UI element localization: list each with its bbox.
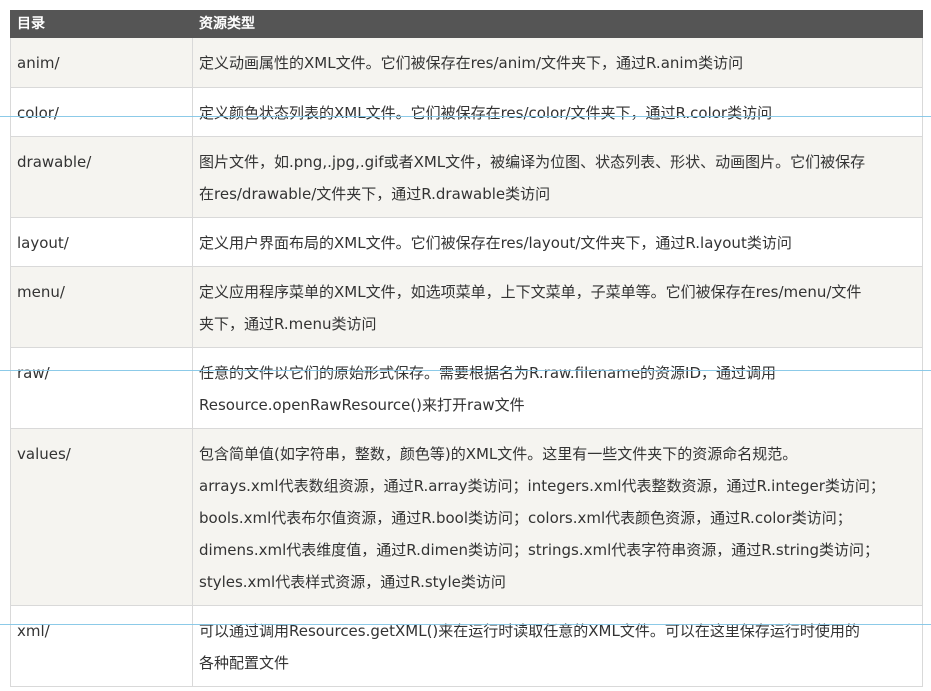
resource-type-cell: 定义颜色状态列表的XML文件。它们被保存在res/color/文件夹下，通过R.…: [192, 87, 923, 137]
description-line: 定义应用程序菜单的XML文件，如选项菜单，上下文菜单，子菜单等。它们被保存在re…: [199, 283, 862, 301]
description-line: 在res/drawable/文件夹下，通过R.drawable类访问: [199, 185, 551, 203]
table-body: anim/定义动画属性的XML文件。它们被保存在res/anim/文件夹下，通过…: [10, 37, 923, 687]
description-line: 包含简单值(如字符串，整数，颜色等)的XML文件。这里有一些文件夹下的资源命名规…: [199, 445, 798, 463]
resource-type-cell: 图片文件，如.png,.jpg,.gif或者XML文件，被编译为位图、状态列表、…: [192, 136, 923, 218]
table-row: layout/定义用户界面布局的XML文件。它们被保存在res/layout/文…: [10, 217, 923, 267]
description-line: 可以通过调用Resources.getXML()来在运行时读取任意的XML文件。…: [199, 622, 860, 640]
resource-type-cell: 任意的文件以它们的原始形式保存。需要根据名为R.raw.filename的资源I…: [192, 347, 923, 429]
description-line: styles.xml代表样式资源，通过R.style类访问: [199, 573, 506, 591]
table-row: menu/定义应用程序菜单的XML文件，如选项菜单，上下文菜单，子菜单等。它们被…: [10, 266, 923, 348]
resource-type-cell: 定义应用程序菜单的XML文件，如选项菜单，上下文菜单，子菜单等。它们被保存在re…: [192, 266, 923, 348]
description-line: 图片文件，如.png,.jpg,.gif或者XML文件，被编译为位图、状态列表、…: [199, 153, 866, 171]
description-line: 任意的文件以它们的原始形式保存。需要根据名为R.raw.filename的资源I…: [199, 364, 777, 382]
resource-type-cell: 可以通过调用Resources.getXML()来在运行时读取任意的XML文件。…: [192, 605, 923, 687]
page: 目录 资源类型 anim/定义动画属性的XML文件。它们被保存在res/anim…: [0, 0, 931, 691]
description-line: 各种配置文件: [199, 654, 290, 672]
description-line: 定义颜色状态列表的XML文件。它们被保存在res/color/文件夹下，通过R.…: [199, 104, 773, 122]
description-line: arrays.xml代表数组资源，通过R.array类访问；integers.x…: [199, 477, 885, 495]
table-row: values/包含简单值(如字符串，整数，颜色等)的XML文件。这里有一些文件夹…: [10, 428, 923, 606]
resource-directory-table: 目录 资源类型 anim/定义动画属性的XML文件。它们被保存在res/anim…: [10, 10, 923, 687]
directory-cell: layout/: [10, 217, 193, 267]
table-row: color/定义颜色状态列表的XML文件。它们被保存在res/color/文件夹…: [10, 87, 923, 137]
directory-cell: anim/: [10, 37, 193, 88]
resource-type-cell: 包含简单值(如字符串，整数，颜色等)的XML文件。这里有一些文件夹下的资源命名规…: [192, 428, 923, 606]
table-row: xml/可以通过调用Resources.getXML()来在运行时读取任意的XM…: [10, 605, 923, 687]
directory-cell: raw/: [10, 347, 193, 429]
header-directory: 目录: [10, 10, 193, 38]
description-line: dimens.xml代表维度值，通过R.dimen类访问；strings.xml…: [199, 541, 879, 559]
description-line: 夹下，通过R.menu类访问: [199, 315, 377, 333]
table-row: anim/定义动画属性的XML文件。它们被保存在res/anim/文件夹下，通过…: [10, 37, 923, 88]
directory-cell: color/: [10, 87, 193, 137]
directory-cell: values/: [10, 428, 193, 606]
resource-type-cell: 定义用户界面布局的XML文件。它们被保存在res/layout/文件夹下，通过R…: [192, 217, 923, 267]
directory-cell: drawable/: [10, 136, 193, 218]
description-line: 定义动画属性的XML文件。它们被保存在res/anim/文件夹下，通过R.ani…: [199, 54, 744, 72]
directory-cell: xml/: [10, 605, 193, 687]
description-line: 定义用户界面布局的XML文件。它们被保存在res/layout/文件夹下，通过R…: [199, 234, 792, 252]
description-line: Resource.openRawResource()来打开raw文件: [199, 396, 525, 414]
description-line: bools.xml代表布尔值资源，通过R.bool类访问；colors.xml代…: [199, 509, 852, 527]
table-row: drawable/图片文件，如.png,.jpg,.gif或者XML文件，被编译…: [10, 136, 923, 218]
table-header-row: 目录 资源类型: [10, 10, 923, 38]
resource-type-cell: 定义动画属性的XML文件。它们被保存在res/anim/文件夹下，通过R.ani…: [192, 37, 923, 88]
directory-cell: menu/: [10, 266, 193, 348]
table-row: raw/任意的文件以它们的原始形式保存。需要根据名为R.raw.filename…: [10, 347, 923, 429]
header-resource-type: 资源类型: [192, 10, 923, 38]
